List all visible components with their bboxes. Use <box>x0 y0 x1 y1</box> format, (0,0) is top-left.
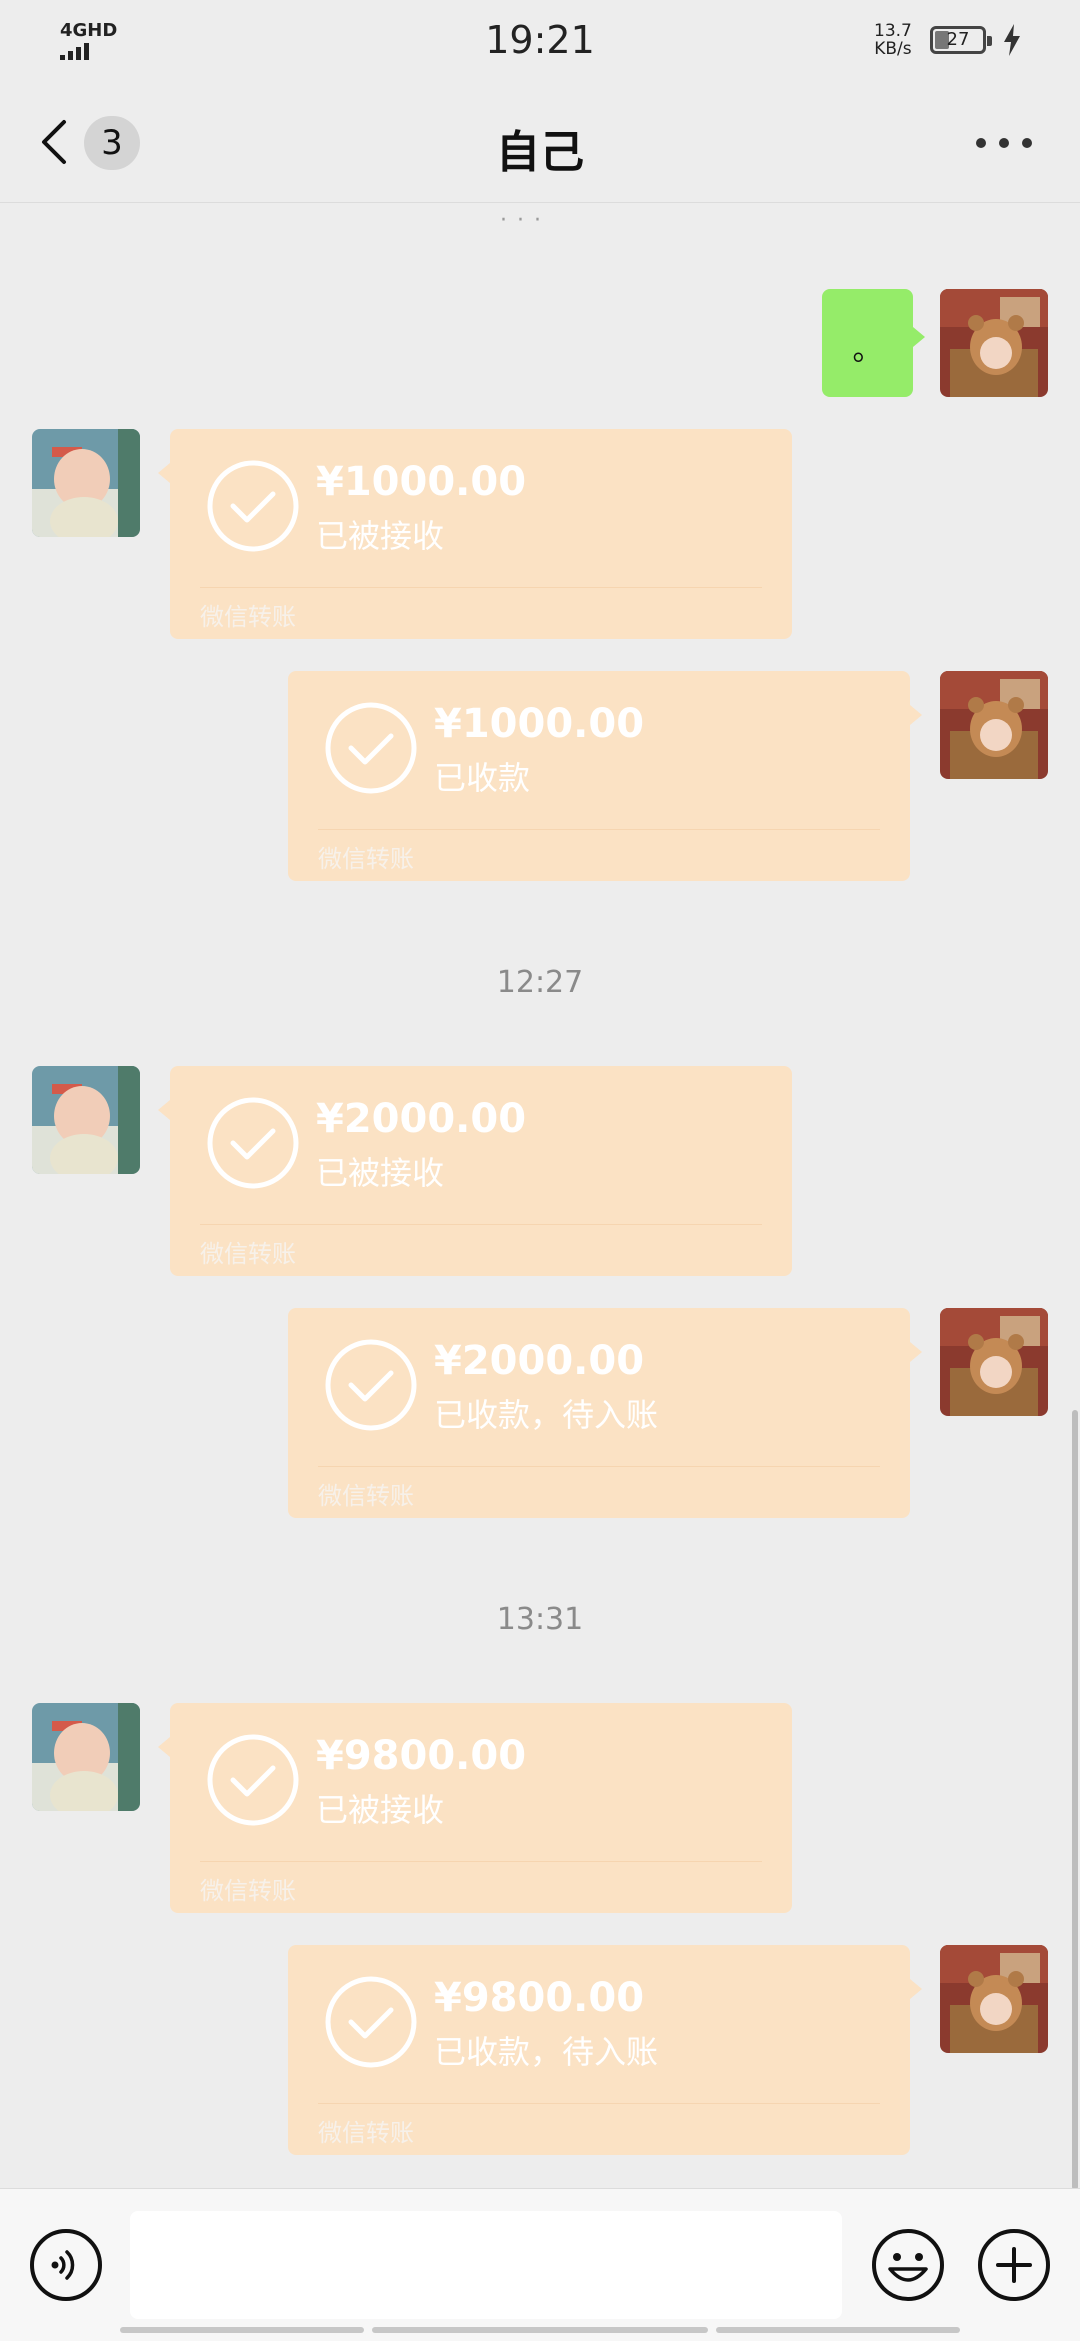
chat-header: 3 自己 <box>0 80 1080 203</box>
gesture-bar <box>372 2327 708 2333</box>
status-bar: 4GHD 19:21 13.7 KB/s 27 <box>0 0 1080 80</box>
transfer-brand: 微信转账 <box>318 1482 414 1510</box>
chat-title: 自己 <box>496 127 584 178</box>
transfer-card-received[interactable]: ¥9800.00 已被接收 微信转账 <box>158 1703 792 1913</box>
input-bar <box>0 2188 1080 2341</box>
transfer-card-received[interactable]: ¥1000.00 已被接收 微信转账 <box>158 429 792 639</box>
battery-level: 27 <box>946 29 970 50</box>
message-input[interactable] <box>130 2211 842 2319</box>
transfer-status: 已被接收 <box>316 1154 445 1192</box>
contact-avatar[interactable] <box>32 429 140 537</box>
transfer-amount: ¥2000.00 <box>434 1338 645 1384</box>
contact-avatar[interactable] <box>32 1703 140 1811</box>
transfer-brand: 微信转账 <box>200 1877 296 1905</box>
divider <box>318 829 880 830</box>
transfer-status: 已被接收 <box>316 517 445 555</box>
transfer-brand: 微信转账 <box>318 2119 414 2147</box>
transfer-amount: ¥1000.00 <box>316 459 527 505</box>
contact-avatar[interactable] <box>32 1066 140 1174</box>
transfer-amount: ¥2000.00 <box>316 1096 527 1142</box>
message-text: 。 <box>852 333 883 368</box>
transfer-brand: 微信转账 <box>200 603 296 631</box>
self-avatar[interactable] <box>940 1945 1048 2053</box>
transfer-status: 已被接收 <box>316 1791 445 1829</box>
battery-icon: 27 <box>930 26 992 54</box>
scrollbar[interactable] <box>1072 1410 1078 2190</box>
voice-icon[interactable] <box>28 2227 104 2303</box>
plus-icon[interactable] <box>976 2227 1052 2303</box>
speed-unit: KB/s <box>874 39 912 59</box>
divider <box>318 2103 880 2104</box>
check-circle-icon <box>325 1339 417 1431</box>
gesture-bar <box>716 2327 960 2333</box>
check-circle-icon <box>207 1097 299 1189</box>
check-circle-icon <box>325 702 417 794</box>
transfer-brand: 微信转账 <box>318 845 414 873</box>
speed-value: 13.7 <box>874 21 912 41</box>
divider <box>200 1861 762 1862</box>
transfer-status: 已收款 <box>434 759 531 797</box>
network-speed: 13.7 KB/s <box>874 22 912 58</box>
self-avatar[interactable] <box>940 1308 1048 1416</box>
transfer-status: 已收款，待入账 <box>434 1396 659 1434</box>
transfer-card-sent[interactable]: ¥1000.00 已收款 微信转账 <box>288 671 922 881</box>
transfer-card-sent[interactable]: ¥2000.00 已收款，待入账 微信转账 <box>288 1308 922 1518</box>
text-message-bubble[interactable]: 。 <box>822 289 925 397</box>
gesture-bar <box>120 2327 364 2333</box>
divider <box>200 587 762 588</box>
divider <box>318 1466 880 1467</box>
self-avatar[interactable] <box>940 289 1048 397</box>
transfer-amount: ¥9800.00 <box>316 1733 527 1779</box>
transfer-brand: 微信转账 <box>200 1240 296 1268</box>
transfer-card-sent[interactable]: ¥9800.00 已收款，待入账 微信转账 <box>288 1945 922 2155</box>
lightning-icon <box>1004 24 1020 56</box>
message-list[interactable]: ··· 。 ¥1000.00 已被接收 微信转账 ¥1000.00 已收款 微信… <box>0 203 1080 2188</box>
check-circle-icon <box>207 1734 299 1826</box>
status-time: 19:21 <box>485 18 595 62</box>
transfer-status: 已收款，待入账 <box>434 2033 659 2071</box>
transfer-amount: ¥9800.00 <box>434 1975 645 2021</box>
transfer-card-received[interactable]: ¥2000.00 已被接收 微信转账 <box>158 1066 792 1276</box>
more-dots-icon[interactable] <box>976 138 1032 150</box>
self-avatar[interactable] <box>940 671 1048 779</box>
loading-dots-icon: ··· <box>500 208 551 233</box>
time-divider: 13:31 <box>496 1602 584 1637</box>
divider <box>200 1224 762 1225</box>
check-circle-icon <box>325 1976 417 2068</box>
transfer-amount: ¥1000.00 <box>434 701 645 747</box>
check-circle-icon <box>207 460 299 552</box>
emoji-icon[interactable] <box>870 2227 946 2303</box>
time-divider: 12:27 <box>496 965 584 1000</box>
